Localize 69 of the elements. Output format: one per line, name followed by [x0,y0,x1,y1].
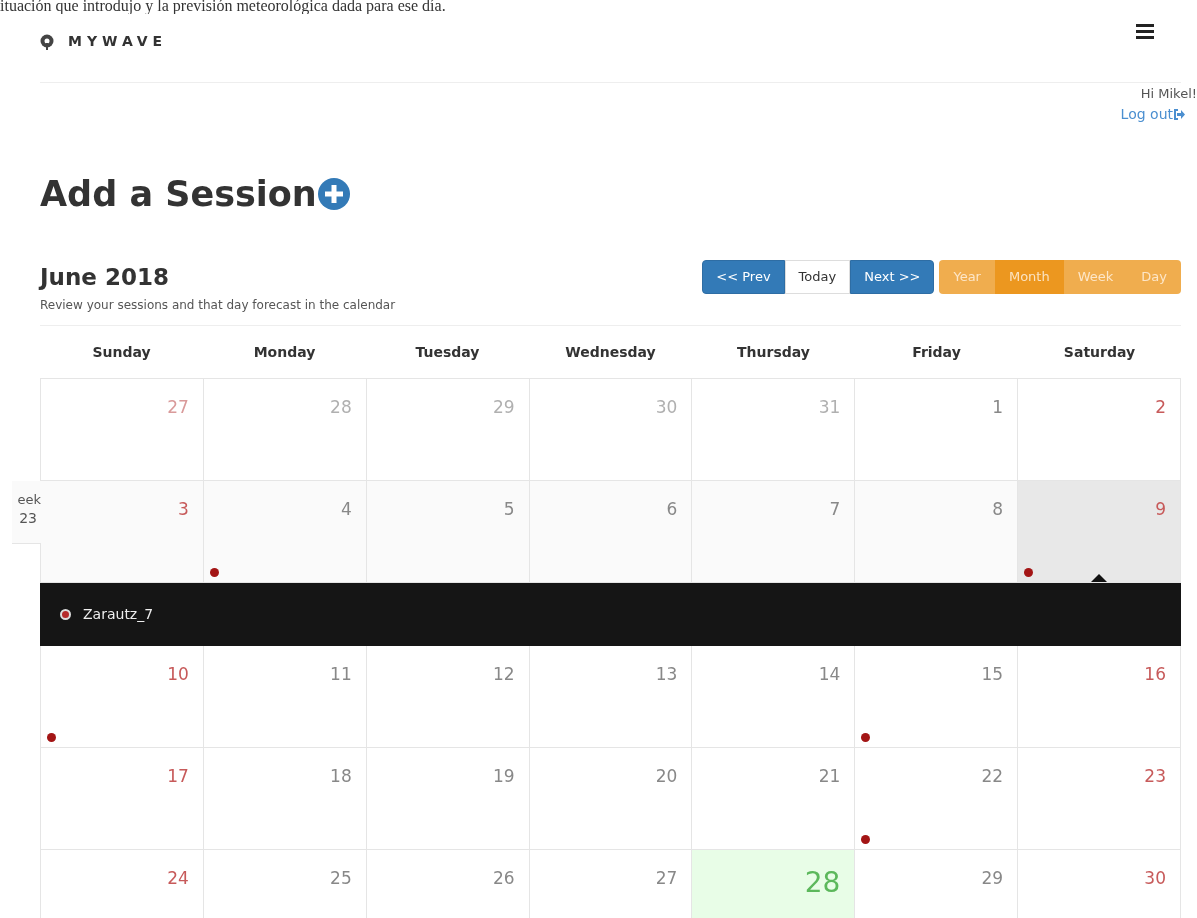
week-number: 23 [19,509,38,527]
day-number: 23 [1144,765,1166,788]
event-title[interactable]: Zarautz_7 [83,604,154,625]
day-number: 7 [829,498,841,521]
day-number: 30 [1144,867,1166,890]
day-number: 11 [330,663,352,686]
day-cell[interactable]: 9 [1018,481,1181,582]
day-number: 5 [503,498,515,521]
nav-button[interactable]: Next >> [850,260,935,294]
nav-button[interactable]: << Prev [702,260,785,294]
day-number: 18 [330,765,352,788]
weekday-header: Tuesday [414,342,481,362]
week-label[interactable]: eek 23 [12,481,41,544]
day-number: 29 [492,396,515,419]
day-cell[interactable]: 6 [529,481,693,582]
day-number: 1 [992,396,1004,419]
day-number: 13 [655,663,678,686]
day-number: 20 [655,765,678,788]
day-cell[interactable]: 5 [366,481,530,582]
add-circle-icon[interactable] [316,177,351,211]
day-number: 16 [1144,663,1166,686]
day-number: 27 [655,867,678,890]
day-number: 10 [167,663,189,686]
day-number: 12 [492,663,515,686]
day-cell[interactable]: 28 [692,850,856,918]
view-tab[interactable]: Month [994,260,1064,294]
weekday-header: Sunday [91,342,152,362]
day-number: 19 [492,765,515,788]
day-number: 2 [1155,396,1166,419]
weekday-header: Saturday [1062,342,1137,362]
day-number: 3 [178,498,189,521]
day-cell[interactable]: 8 [855,481,1019,582]
month-title: June 2018 [40,263,170,292]
location-pin-icon [40,33,54,50]
day-number: 8 [992,498,1004,521]
caption-text: ituación que introdujo y la previsión meteorológica dada para ese día. [0,0,447,13]
day-number: 29 [981,867,1004,890]
day-cell[interactable]: 4 [203,481,367,582]
logout-icon [1173,108,1185,120]
day-number: 27 [167,396,189,419]
day-number: 21 [818,765,841,788]
calendar-subtitle: Review your sessions and that day forecast in the calendar [40,297,396,314]
day-number: 4 [340,498,352,521]
menu-icon[interactable] [1136,23,1154,39]
weekday-header: Monday [252,342,317,362]
day-number: 28 [804,866,841,898]
day-number: 28 [330,396,352,419]
day-number: 25 [330,867,352,890]
week-label-text: eek [17,491,41,509]
day-number: 30 [655,396,678,419]
day-number: 22 [981,765,1004,788]
day-number: 14 [818,663,841,686]
day-number: 6 [666,498,678,521]
day-number: 24 [167,867,189,890]
day-number: 31 [818,396,841,419]
logout-link[interactable]: Log out [1120,104,1185,124]
day-number: 15 [981,663,1004,686]
day-cell[interactable]: 7 [692,481,856,582]
day-number: 26 [492,867,515,890]
weekday-header: Wednesday [564,342,657,362]
brand-logo[interactable]: MYWAVE [68,31,168,52]
weekday-header: Thursday [736,342,811,362]
day-number: 9 [1155,498,1166,521]
day-number: 17 [167,765,189,788]
nav-button[interactable]: Today [784,260,851,294]
day-cell[interactable]: 3 [41,481,204,582]
greeting-text: Hi Mikel! [1140,85,1197,103]
page-title: Add a Session [40,173,317,216]
weekday-header: Friday [911,342,962,362]
